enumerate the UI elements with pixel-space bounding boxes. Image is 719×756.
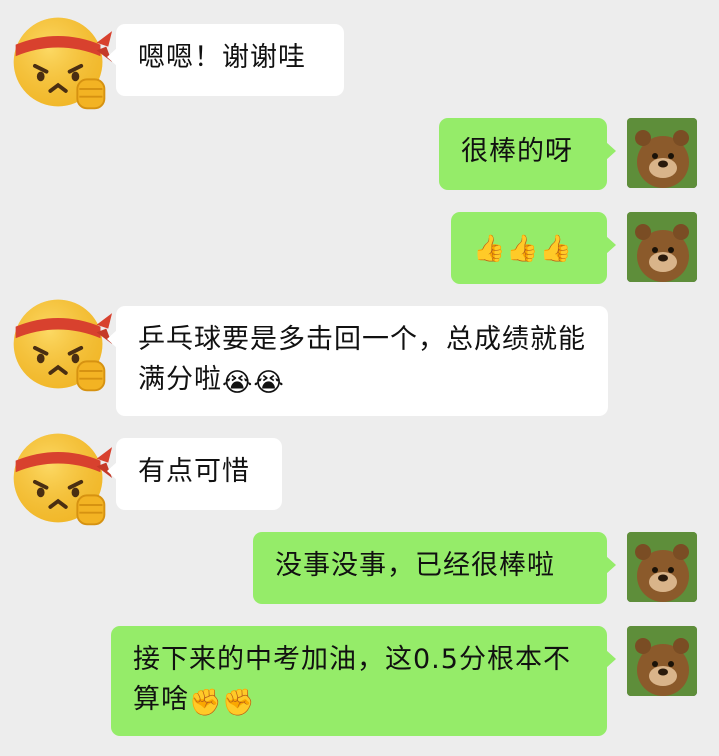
- incoming-message-bubble[interactable]: 有点可惜: [107, 438, 282, 510]
- headband-emoji-avatar-icon[interactable]: [6, 8, 114, 116]
- chat-window: { "messages": [ {"side": "left", "text":…: [0, 0, 719, 756]
- bear-avatar-icon[interactable]: [627, 532, 697, 602]
- message-text: 乒乓球要是多击回一个，总成绩就能满分啦: [138, 324, 586, 395]
- bear-avatar-icon[interactable]: [627, 626, 697, 696]
- bear-avatar-icon[interactable]: [627, 118, 697, 188]
- crying-emoji-icons: 😭😭: [222, 368, 285, 398]
- message-text: 没事没事，已经很棒啦: [275, 550, 555, 581]
- bear-avatar-icon[interactable]: [627, 212, 697, 282]
- outgoing-message-bubble[interactable]: 接下来的中考加油，这0.5分根本不算啥✊✊: [111, 626, 616, 736]
- fist-emoji-icons: ✊✊: [189, 688, 256, 718]
- message-text: 有点可惜: [138, 456, 250, 487]
- outgoing-message-bubble[interactable]: 没事没事，已经很棒啦: [253, 532, 616, 604]
- incoming-message-bubble[interactable]: 乒乓球要是多击回一个，总成绩就能满分啦😭😭: [107, 306, 608, 416]
- headband-emoji-avatar-icon[interactable]: [6, 424, 114, 532]
- outgoing-message-bubble[interactable]: 很棒的呀: [439, 118, 616, 190]
- message-text: 嗯嗯！谢谢哇: [138, 42, 306, 73]
- headband-emoji-avatar-icon[interactable]: [6, 290, 114, 398]
- incoming-message-bubble[interactable]: 嗯嗯！谢谢哇: [107, 24, 344, 96]
- outgoing-message-bubble[interactable]: 👍👍👍: [451, 212, 616, 284]
- message-text: 很棒的呀: [461, 136, 573, 167]
- thumbs-up-emoji-icons: 👍👍👍: [473, 234, 574, 264]
